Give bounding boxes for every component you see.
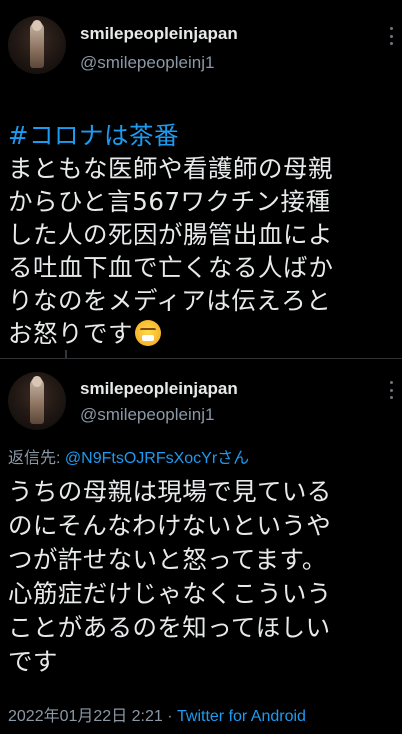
display-name[interactable]: smilepeopleinjapan (80, 379, 238, 399)
user-handle[interactable]: @smilepeopleinj1 (80, 53, 214, 73)
source-app-link[interactable]: Twitter for Android (177, 708, 306, 725)
avatar-head (32, 376, 42, 387)
angry-face-emoji-icon (135, 320, 161, 346)
tweet-body: まともな医師や看護師の母親 からひと言567ワクチン接種 した人の死因が腸管出血… (8, 154, 334, 348)
tweet-2: smilepeopleinjapan @smilepeopleinj1 返信先:… (0, 359, 402, 734)
timestamp[interactable]: 2022年01月22日 2:21 (8, 708, 163, 725)
meta-separator: · (162, 708, 177, 725)
display-name[interactable]: smilepeopleinjapan (80, 24, 238, 44)
avatar[interactable] (8, 372, 66, 430)
more-options-icon[interactable] (388, 27, 394, 45)
tweet-1: smilepeopleinjapan @smilepeopleinj1 #コロナ… (0, 0, 402, 358)
tweet-text: #コロナは茶番 まともな医師や看護師の母親 からひと言567ワクチン接種 した人の… (8, 86, 400, 350)
avatar[interactable] (8, 16, 66, 74)
tweet-body: うちの母親は現場で見ている のにそんなわけないというや つが許せないと怒ってます… (8, 477, 332, 676)
thread-connector (65, 350, 67, 358)
reply-to-link[interactable]: @N9FtsOJRFsXocYrさん (65, 450, 249, 467)
avatar-head (32, 20, 42, 31)
user-handle[interactable]: @smilepeopleinj1 (80, 405, 214, 425)
reply-context: 返信先: @N9FtsOJRFsXocYrさん (8, 444, 249, 468)
reply-prefix: 返信先: (8, 450, 65, 467)
more-options-icon[interactable] (388, 381, 394, 399)
tweet-meta: 2022年01月22日 2:21 · Twitter for Android (8, 702, 306, 726)
hashtag-link[interactable]: #コロナは茶番 (8, 119, 400, 152)
